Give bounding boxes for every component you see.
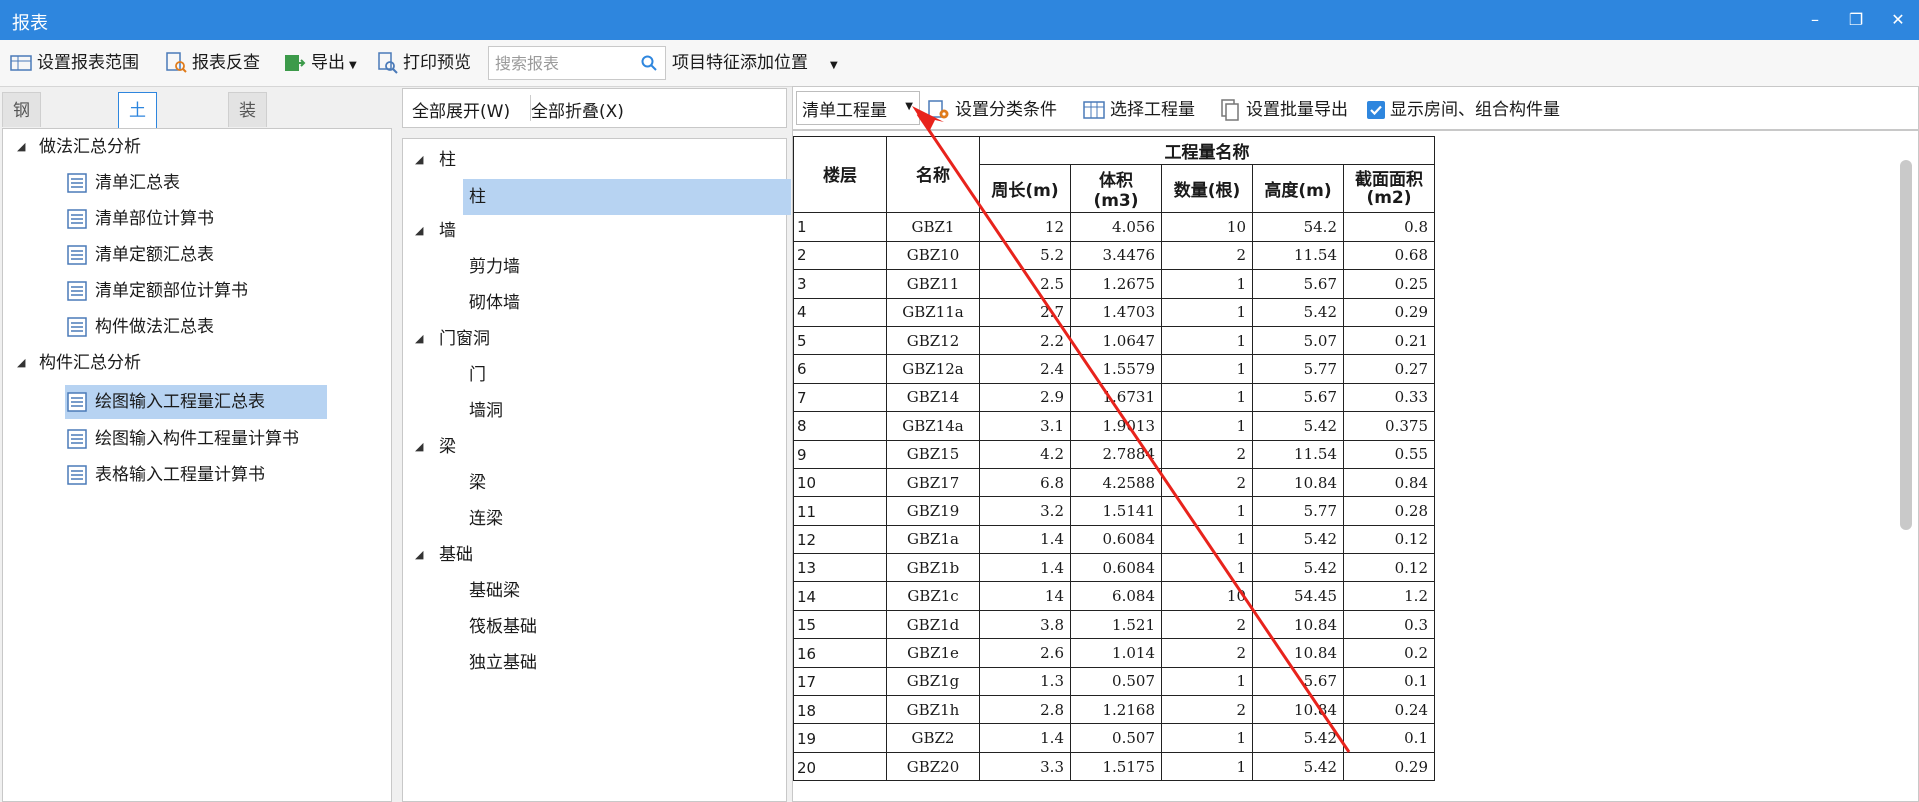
annotation-arrow-head	[912, 106, 944, 132]
annotation-arrow-line	[916, 113, 1351, 753]
annotation-arrow-overlay	[912, 106, 1351, 753]
